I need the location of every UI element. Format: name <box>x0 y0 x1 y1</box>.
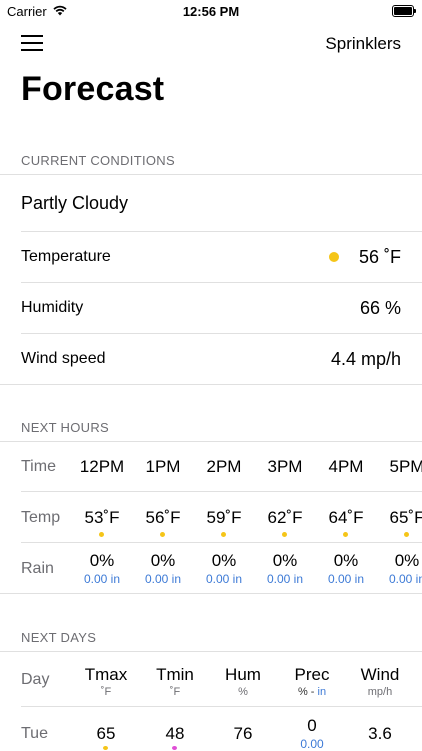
hour-rain-amount: 0.00 in <box>83 572 121 586</box>
sun-icon <box>160 532 165 537</box>
wind-header: Wind <box>360 665 400 684</box>
hour-column-clipped: 5PM 65˚F 0% 0.00 in <box>377 440 422 595</box>
next-hours-header: NEXT HOURS <box>21 420 109 435</box>
status-bar: Carrier 12:56 PM <box>0 0 422 22</box>
tmax-header: Tmax <box>84 665 128 684</box>
tmax-value: 65 <box>96 724 116 743</box>
current-summary: Partly Cloudy <box>21 193 129 213</box>
hour-rain-amount: 0.00 in <box>327 572 365 586</box>
rain-row-label: Rain <box>21 560 54 577</box>
tmin-header: Tmin <box>156 665 194 684</box>
humidity-label: Humidity <box>21 299 84 316</box>
wind-speed-label: Wind speed <box>21 350 106 367</box>
hour-time: 4PM <box>328 457 364 476</box>
sun-icon <box>282 532 287 537</box>
min-indicator-icon <box>172 746 177 750</box>
hour-rain-amount: 0.00 in <box>266 572 304 586</box>
time-row-label: Time <box>21 458 56 475</box>
hour-rain-amount: 0.00 in <box>205 572 243 586</box>
current-conditions-header: CURRENT CONDITIONS <box>21 153 175 168</box>
divider <box>21 333 422 334</box>
divider <box>21 282 422 283</box>
wind-speed-value: 4.4 mp/h <box>330 349 401 369</box>
hour-time: 3PM <box>267 457 303 476</box>
next-days-header: NEXT DAYS <box>21 630 97 645</box>
prec-unit-percent: % - <box>297 686 315 698</box>
hour-time: 1PM <box>145 457 181 476</box>
battery-icon <box>392 5 416 17</box>
prec-unit: % - in <box>277 686 347 698</box>
sun-icon <box>221 532 226 537</box>
menu-icon[interactable] <box>21 35 43 51</box>
divider <box>0 384 422 385</box>
hour-temp: 53˚F <box>84 508 120 527</box>
sun-icon <box>404 532 409 537</box>
hour-temp: 62˚F <box>267 508 303 527</box>
tmax-unit: ˚F <box>100 686 112 698</box>
hour-rain-amount: 0.00 in <box>388 572 422 586</box>
prec-value: 0 <box>307 716 317 735</box>
hum-header: Hum <box>225 665 261 684</box>
humidity-value: 66 % <box>359 298 401 318</box>
hum-value: 76 <box>233 724 253 743</box>
prec-header: Prec <box>294 665 330 684</box>
hour-rain: 0% <box>272 551 298 570</box>
prec-amount: 0.00 <box>300 737 324 751</box>
hour-temp: 59˚F <box>206 508 242 527</box>
hour-rain: 0% <box>211 551 237 570</box>
page-title: Forecast <box>21 70 165 108</box>
sprinklers-button[interactable]: Sprinklers <box>325 34 401 54</box>
sun-icon <box>329 252 339 262</box>
day-name: Tue <box>21 725 48 742</box>
divider <box>21 706 422 707</box>
sun-icon <box>103 746 108 750</box>
hour-rain: 0% <box>333 551 359 570</box>
temp-row-label: Temp <box>21 509 61 526</box>
tmin-unit: ˚F <box>169 686 181 698</box>
day-column-label: Day <box>21 671 50 688</box>
divider <box>21 542 422 543</box>
hour-temp: 64˚F <box>328 508 364 527</box>
hour-time: 2PM <box>206 457 242 476</box>
sun-icon <box>343 532 348 537</box>
divider <box>0 174 422 175</box>
hour-temp: 56˚F <box>145 508 181 527</box>
prec-unit-in: in <box>317 686 327 698</box>
hour-rain: 0% <box>150 551 176 570</box>
divider <box>0 651 422 652</box>
temperature-label: Temperature <box>21 248 111 265</box>
wind-unit: mp/h <box>367 686 393 698</box>
sun-icon <box>99 532 104 537</box>
hour-rain: 0% <box>394 551 420 570</box>
divider <box>21 491 422 492</box>
hour-temp: 65˚F <box>389 508 422 527</box>
tmin-value: 48 <box>165 724 185 743</box>
status-time: 12:56 PM <box>182 4 240 19</box>
hum-unit: % <box>238 686 248 698</box>
hour-rain: 0% <box>89 551 115 570</box>
divider <box>21 231 422 232</box>
temperature-value: 56 ˚F <box>358 247 401 267</box>
hour-time: 5PM <box>389 457 422 476</box>
divider <box>0 593 422 594</box>
hour-rain-amount: 0.00 in <box>144 572 182 586</box>
hour-time: 12PM <box>79 457 125 476</box>
wind-value: 3.6 <box>368 724 392 743</box>
divider <box>0 441 422 442</box>
